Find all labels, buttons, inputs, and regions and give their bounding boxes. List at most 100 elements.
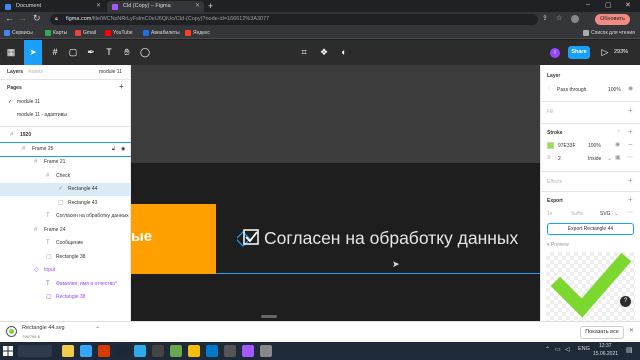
- url-field[interactable]: 🔒︎ figma.com/file/WCNsNRrLyFslmC0eU6QiUo…: [50, 14, 538, 25]
- hand-tool-icon[interactable]: ✋︎: [118, 40, 136, 65]
- tab-layers[interactable]: Layers: [7, 69, 23, 75]
- avatar[interactable]: I: [550, 48, 560, 58]
- bookmark-avia[interactable]: Авиабилеты: [143, 27, 180, 39]
- network-icon[interactable]: ▭: [555, 346, 561, 353]
- layer-row[interactable]: ▢ Rectangle 38: [0, 291, 131, 304]
- terminal-icon[interactable]: [224, 345, 236, 357]
- canvas[interactable]: ые Согласен на обработку данных ➤: [131, 65, 540, 321]
- close-icon[interactable]: ✕: [629, 327, 634, 334]
- volume-icon[interactable]: ◁: [565, 346, 570, 353]
- stroke-opacity[interactable]: 100%: [588, 143, 601, 149]
- play-icon[interactable]: ▷: [596, 40, 614, 65]
- component-icon[interactable]: ❖: [315, 40, 333, 65]
- profile-avatar[interactable]: [571, 15, 579, 23]
- export-button[interactable]: Export Rectangle 44: [547, 223, 634, 235]
- app-icon[interactable]: [260, 345, 272, 357]
- comment-tool-icon[interactable]: ◯: [136, 40, 154, 65]
- more-icon[interactable]: ⋯: [627, 209, 633, 216]
- tab-document[interactable]: Document ✕: [0, 1, 105, 12]
- export-scale[interactable]: 1x: [547, 211, 552, 217]
- more-icon[interactable]: ⋯: [627, 154, 633, 161]
- new-tab-button[interactable]: +: [208, 0, 213, 12]
- layer-row[interactable]: ◇ Input: [0, 264, 131, 277]
- layer-row[interactable]: T Фамилия, имя и отчество*: [0, 278, 131, 291]
- stroke-styles-icon[interactable]: ⁘: [616, 128, 621, 135]
- eye-icon[interactable]: ◉: [628, 85, 633, 92]
- clock-time[interactable]: 12:37: [599, 343, 612, 349]
- layer-row[interactable]: ✓ Rectangle 44: [0, 183, 131, 196]
- reading-list[interactable]: Список для чтения: [583, 27, 635, 39]
- page-selector[interactable]: module 11: [99, 69, 122, 75]
- blend-mode-select[interactable]: Pass through: [557, 87, 586, 93]
- unlock-icon[interactable]: 🔓︎: [112, 143, 115, 156]
- maximize-icon[interactable]: ▢: [605, 1, 612, 9]
- photoshop-icon[interactable]: [80, 345, 92, 357]
- crop-icon[interactable]: ⌗: [295, 40, 313, 65]
- notifications-icon[interactable]: ▤: [626, 346, 633, 354]
- star-icon[interactable]: ☆: [556, 14, 562, 22]
- layer-row[interactable]: T Согласен на обработку данных: [0, 210, 131, 223]
- layer-row[interactable]: ▢ Rectangle 43: [0, 197, 131, 210]
- page-item[interactable]: module 11 - адаптивы: [0, 109, 131, 122]
- shape-tool-icon[interactable]: ▢: [64, 40, 82, 65]
- frame-tool-icon[interactable]: #: [46, 40, 64, 65]
- layer-row[interactable]: #1920: [0, 129, 131, 142]
- minimize-icon[interactable]: –: [586, 1, 590, 8]
- scroll-handle[interactable]: [261, 315, 277, 318]
- bookmark-yandex[interactable]: Яндекс: [185, 27, 210, 39]
- windows-start-icon[interactable]: [3, 346, 13, 356]
- download-filename[interactable]: Rectangle 44.svg: [22, 325, 65, 331]
- text-tool-icon[interactable]: T: [100, 40, 118, 65]
- eye-icon[interactable]: ◉: [615, 141, 620, 148]
- eye-icon[interactable]: ◉: [121, 143, 125, 156]
- layer-row[interactable]: # Check: [0, 170, 131, 183]
- close-window-icon[interactable]: ✕: [625, 1, 631, 9]
- stroke-color-swatch[interactable]: [547, 142, 554, 149]
- bookmark-youtube[interactable]: YouTube: [105, 27, 133, 39]
- stroke-sides-icon[interactable]: ▣: [615, 154, 621, 161]
- export-suffix-input[interactable]: Suffix: [571, 211, 583, 217]
- forward-icon[interactable]: →: [18, 13, 27, 23]
- layer-row[interactable]: # Frame 21: [0, 156, 131, 169]
- consent-text[interactable]: Согласен на обработку данных: [264, 228, 518, 249]
- show-all-button[interactable]: Показать все: [580, 326, 624, 339]
- layer-row[interactable]: T Сообщение: [0, 237, 131, 250]
- stroke-width[interactable]: 2: [558, 156, 561, 162]
- add-fill-icon[interactable]: +: [628, 106, 633, 115]
- tab-assets[interactable]: Assets: [28, 69, 43, 75]
- reload-icon[interactable]: ↻: [33, 13, 41, 24]
- frame-1920[interactable]: ые Согласен на обработку данных ➤: [131, 163, 540, 321]
- bookmark-services[interactable]: Сервисы: [4, 27, 33, 39]
- contrast-icon[interactable]: ◐: [335, 40, 353, 65]
- update-button[interactable]: Обновить: [595, 14, 630, 25]
- layer-row[interactable]: ▢ Rectangle 38: [0, 251, 131, 264]
- export-format-select[interactable]: SVG: [600, 211, 611, 217]
- pen-tool-icon[interactable]: ✒: [82, 40, 100, 65]
- page-item[interactable]: ✓ module 11: [0, 96, 131, 109]
- figma-icon[interactable]: [242, 345, 254, 357]
- layer-row[interactable]: # Frame 25 🔓︎ ◉: [0, 141, 132, 157]
- add-effect-icon[interactable]: +: [628, 176, 633, 185]
- task-view-button[interactable]: [18, 345, 52, 357]
- chevron-up-icon[interactable]: ⌃: [95, 326, 100, 333]
- language-indicator[interactable]: ENG: [578, 346, 590, 352]
- zoom-level[interactable]: 293%: [614, 40, 628, 65]
- headphones-icon[interactable]: [152, 345, 164, 357]
- checkbox-rectangle-44[interactable]: [235, 229, 259, 247]
- clock-date[interactable]: 15.06.2021: [593, 351, 618, 357]
- layer-row[interactable]: # Frame 24: [0, 224, 131, 237]
- vscode-icon[interactable]: [206, 345, 218, 357]
- help-button[interactable]: ?: [620, 296, 631, 307]
- main-menu-icon[interactable]: ▦: [2, 40, 20, 65]
- chrome-icon[interactable]: [188, 345, 200, 357]
- remove-stroke-icon[interactable]: −: [628, 140, 633, 149]
- tray-chevron-icon[interactable]: ⌃: [545, 346, 550, 353]
- close-icon[interactable]: ✕: [96, 1, 101, 12]
- add-page-icon[interactable]: +: [119, 82, 124, 91]
- telegram-icon[interactable]: [134, 345, 146, 357]
- preview-label[interactable]: ▾ Preview: [547, 242, 569, 248]
- share-page-icon[interactable]: ⇪: [542, 14, 548, 22]
- add-export-icon[interactable]: +: [628, 195, 633, 204]
- share-button[interactable]: Share: [568, 46, 590, 59]
- office-icon[interactable]: [98, 345, 110, 357]
